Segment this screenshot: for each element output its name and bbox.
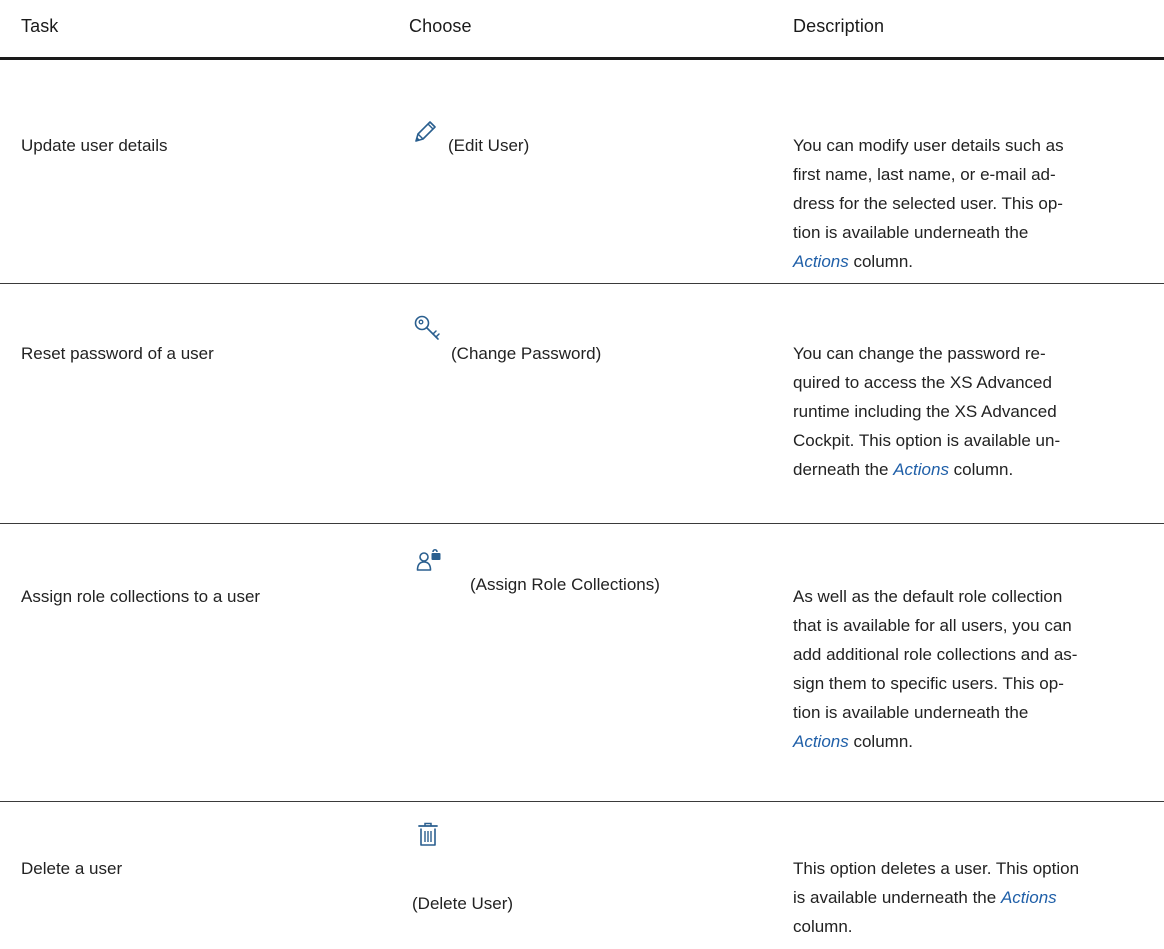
desc-line: runtime including the XS Advanced [793, 402, 1057, 421]
header-description: Description [793, 16, 885, 36]
description-cell: You can change the password re- quired t… [793, 339, 1153, 484]
actions-link[interactable]: Actions [1001, 888, 1057, 907]
table-row: Delete a user (Delete User) This option … [0, 802, 1164, 949]
actions-link[interactable]: Actions [793, 252, 849, 271]
header-task: Task [21, 16, 59, 36]
desc-line: add additional role collections and as- [793, 645, 1078, 664]
desc-line: This option deletes a user. This option [793, 859, 1080, 878]
pencil-icon[interactable] [412, 119, 438, 150]
desc-line: As well as the default role collection [793, 587, 1063, 606]
desc-line-last: Actions column. [793, 247, 1153, 276]
desc-line: that is available for all users, you can [793, 616, 1072, 635]
key-icon[interactable] [413, 314, 443, 349]
choose-label: (Delete User) [412, 894, 514, 913]
description-cell: You can modify user details such as firs… [793, 131, 1153, 276]
table-row: Update user details (Edit User) You can … [0, 60, 1164, 284]
desc-line: first name, last name, or e-mail ad- [793, 165, 1056, 184]
description-cell: This option deletes a user. This option … [793, 854, 1153, 941]
desc-line: Cockpit. This option is available un- [793, 431, 1061, 450]
task-cell: Delete a user [21, 859, 123, 878]
desc-line: sign them to specific users. This op- [793, 674, 1064, 693]
desc-line: quired to access the XS Advanced [793, 373, 1052, 392]
choose-label: (Edit User) [448, 136, 530, 155]
trash-icon[interactable] [417, 822, 439, 853]
desc-prefix: is available underneath the [793, 888, 1001, 907]
choose-label: (Change Password) [451, 344, 602, 363]
task-cell: Update user details [21, 136, 168, 155]
user-tasks-table: Task Choose Description Update user deta… [0, 0, 1164, 949]
desc-line: You can change the password re- [793, 344, 1046, 363]
table-row: Assign role collections to a user (Assig… [0, 524, 1164, 802]
desc-line-last: Actions column. [793, 727, 1153, 756]
desc-line: You can modify user details such as [793, 136, 1064, 155]
desc-line-second: is available underneath the Actions [793, 883, 1153, 912]
desc-tail: column. [948, 460, 1014, 479]
desc-tail: column. [848, 252, 913, 271]
description-cell: As well as the default role collection t… [793, 582, 1153, 756]
header-choose: Choose [409, 16, 472, 36]
task-cell: Assign role collections to a user [21, 587, 261, 606]
table-row: Reset password of a user (Change Passwor… [0, 284, 1164, 524]
desc-tail: column. [848, 732, 913, 751]
user-unlock-icon[interactable] [416, 548, 444, 577]
desc-tail: column. [793, 917, 853, 936]
actions-link[interactable]: Actions [793, 732, 849, 751]
desc-line: dress for the selected user. This op- [793, 194, 1063, 213]
desc-line: tion is available underneath the [793, 703, 1029, 722]
desc-line: tion is available underneath the [793, 223, 1029, 242]
desc-prefix: derneath the [793, 460, 894, 479]
table-header: Task Choose Description [0, 0, 1164, 60]
choose-label: (Assign Role Collections) [470, 575, 660, 594]
task-cell: Reset password of a user [21, 344, 214, 363]
desc-line-last: derneath the Actions column. [793, 455, 1153, 484]
actions-link[interactable]: Actions [893, 460, 949, 479]
